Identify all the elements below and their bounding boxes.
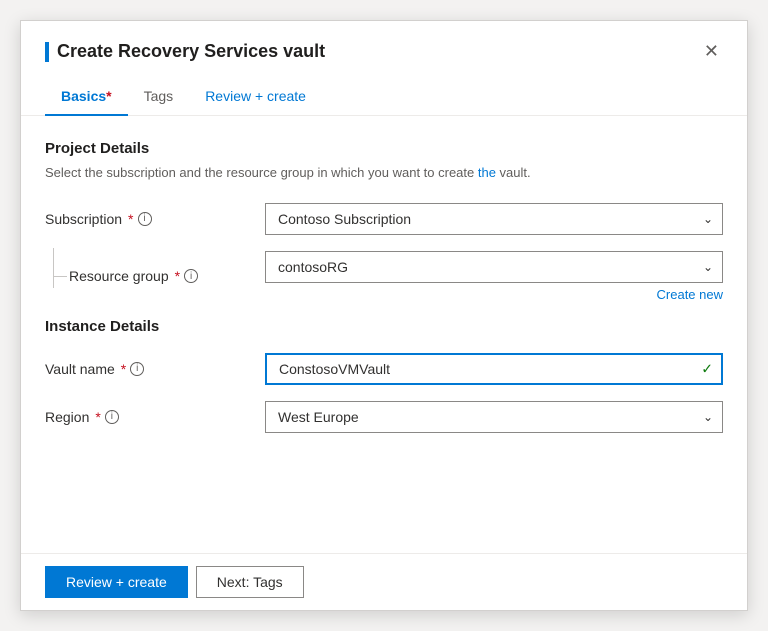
- vault-name-row: Vault name * i ✓: [45, 353, 723, 385]
- resource-group-label: Resource group * i: [45, 268, 265, 284]
- region-select-container: West Europe ⌄: [265, 401, 723, 433]
- instance-details-section: Instance Details Vault name * i ✓: [45, 318, 723, 433]
- resource-group-info-icon[interactable]: i: [184, 269, 198, 283]
- subscription-required: *: [128, 211, 133, 227]
- vault-name-label: Vault name * i: [45, 361, 265, 377]
- review-create-button[interactable]: Review + create: [45, 566, 188, 598]
- project-details-section: Project Details Select the subscription …: [45, 140, 723, 302]
- dialog-footer: Review + create Next: Tags: [21, 553, 747, 610]
- vault-name-control: ✓: [265, 353, 723, 385]
- resource-group-row: Resource group * i contosoRG ⌄ Create ne…: [45, 251, 723, 302]
- tab-basics[interactable]: Basics*: [45, 78, 128, 116]
- project-details-desc: Select the subscription and the resource…: [45, 163, 723, 183]
- dialog-header: Create Recovery Services vault ✕: [21, 21, 747, 78]
- vault-name-input[interactable]: [265, 353, 723, 385]
- close-button[interactable]: ✕: [700, 37, 723, 66]
- vault-name-required: *: [121, 361, 126, 377]
- region-label: Region * i: [45, 409, 265, 425]
- subscription-info-icon[interactable]: i: [138, 212, 152, 226]
- vault-name-info-icon[interactable]: i: [130, 362, 144, 376]
- tabs-nav: Basics* Tags Review + create: [21, 78, 747, 116]
- dialog-content: Project Details Select the subscription …: [21, 116, 747, 553]
- subscription-label: Subscription * i: [45, 211, 265, 227]
- dialog-title: Create Recovery Services vault: [57, 41, 325, 62]
- region-required: *: [95, 409, 100, 425]
- project-details-title: Project Details: [45, 140, 723, 157]
- basics-asterisk: *: [106, 88, 111, 104]
- create-vault-dialog: Create Recovery Services vault ✕ Basics*…: [20, 20, 748, 611]
- instance-details-title: Instance Details: [45, 318, 723, 335]
- region-row: Region * i West Europe ⌄: [45, 401, 723, 433]
- subscription-select-container: Contoso Subscription ⌄: [265, 203, 723, 235]
- tab-tags[interactable]: Tags: [128, 78, 190, 116]
- resource-group-control: contosoRG ⌄ Create new: [265, 251, 723, 302]
- next-tags-button[interactable]: Next: Tags: [196, 566, 304, 598]
- region-control: West Europe ⌄: [265, 401, 723, 433]
- region-select[interactable]: West Europe: [265, 401, 723, 433]
- resource-group-select[interactable]: contosoRG: [265, 251, 723, 283]
- subscription-select[interactable]: Contoso Subscription: [265, 203, 723, 235]
- tab-review-create[interactable]: Review + create: [189, 78, 322, 116]
- close-icon: ✕: [704, 41, 719, 62]
- region-info-icon[interactable]: i: [105, 410, 119, 424]
- create-new-link[interactable]: Create new: [265, 287, 723, 302]
- blue-accent-icon: [45, 42, 49, 62]
- resource-group-select-container: contosoRG ⌄: [265, 251, 723, 283]
- subscription-row: Subscription * i Contoso Subscription ⌄: [45, 203, 723, 235]
- vault-name-input-container: ✓: [265, 353, 723, 385]
- resource-group-required: *: [175, 268, 180, 284]
- subscription-control: Contoso Subscription ⌄: [265, 203, 723, 235]
